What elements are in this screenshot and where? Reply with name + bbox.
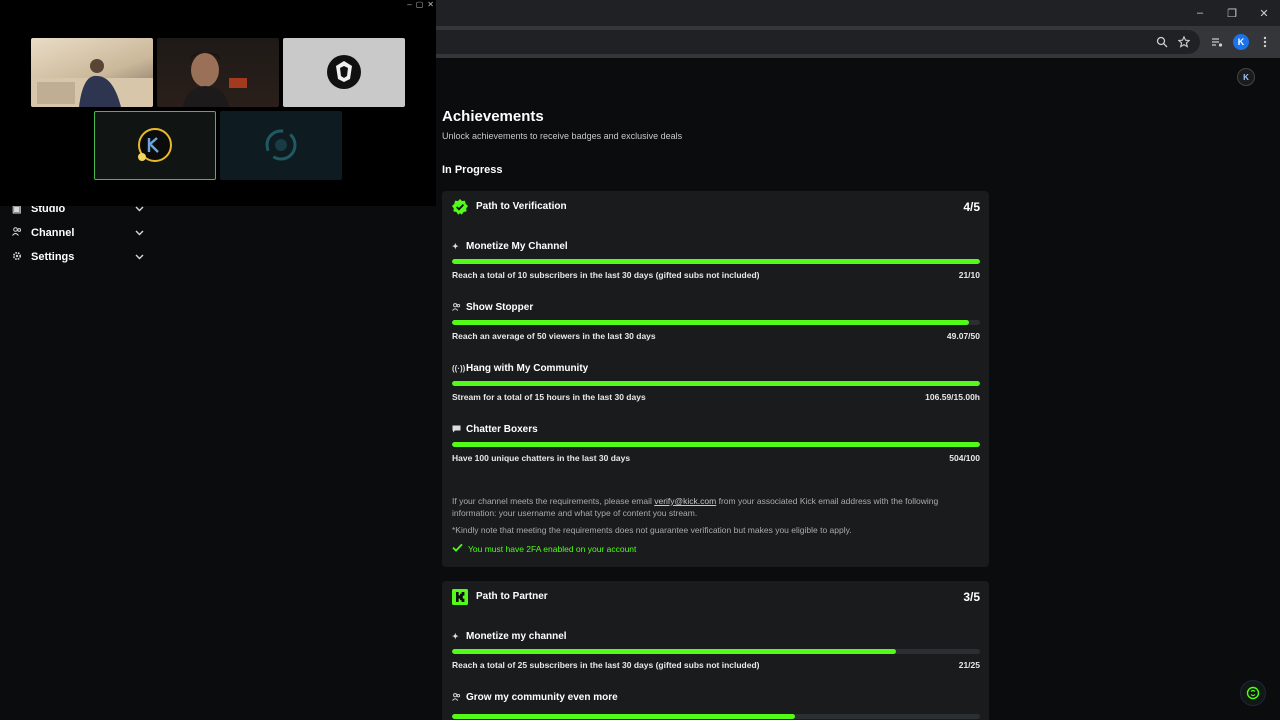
- media-control-icon[interactable]: [1208, 33, 1226, 51]
- participant-video-feed: [31, 59, 153, 107]
- card-title: Path to Verification: [476, 201, 567, 212]
- goal-progress-fill: [452, 442, 980, 447]
- participant-video-tile[interactable]: [31, 38, 153, 107]
- section-heading: In Progress: [442, 164, 503, 176]
- video-call-overlay[interactable]: – ▢ ✕: [0, 0, 436, 206]
- page-subtitle: Unlock achievements to receive badges an…: [442, 131, 683, 141]
- window-controls: – ❐ ✕: [1184, 0, 1280, 26]
- zoom-icon[interactable]: [1153, 33, 1171, 51]
- card-title: Path to Partner: [476, 591, 548, 602]
- broadcast-icon: ((·)): [452, 364, 466, 373]
- users-icon: [452, 692, 461, 703]
- kick-extension-icon[interactable]: K: [1237, 68, 1255, 86]
- checkmark-icon: [452, 543, 463, 554]
- card-progress-count: 4/5: [963, 200, 980, 214]
- users-icon: [12, 227, 26, 239]
- goal-item: ✦ Monetize My Channel Reach a total of 1…: [452, 241, 980, 286]
- sidebar-item-settings[interactable]: Settings: [12, 247, 144, 267]
- goal-description: Have 100 unique chatters in the last 30 …: [452, 453, 631, 463]
- restore-button[interactable]: ❐: [1216, 0, 1248, 26]
- goal-title: Chatter Boxers: [466, 424, 538, 435]
- goal-progress-bar: [452, 320, 980, 325]
- verification-instructions: If your channel meets the requirements, …: [452, 495, 982, 519]
- participant-video-tile[interactable]: [220, 111, 342, 180]
- sparkle-icon: ✦: [452, 242, 459, 251]
- goal-item: ((·)) Hang with My Community Stream for …: [452, 363, 980, 408]
- goal-title: Grow my community even more: [466, 692, 618, 703]
- participant-avatar-icon: [327, 55, 361, 89]
- goal-title: Show Stopper: [466, 302, 534, 313]
- goal-title: Monetize My Channel: [466, 241, 568, 252]
- pip-controls: – ▢ ✕: [407, 0, 434, 9]
- minimize-button[interactable]: –: [1184, 0, 1216, 26]
- verification-card: Path to Verification 4/5 ✦ Monetize My C…: [442, 191, 989, 567]
- profile-avatar[interactable]: K: [1233, 34, 1249, 50]
- users-icon: [452, 302, 461, 313]
- goal-description: Reach a total of 25 subscribers in the l…: [452, 660, 760, 670]
- requirement-item: You must have 2FA enabled on your accoun…: [452, 543, 636, 554]
- goal-description: Reach a total of 10 subscribers in the l…: [452, 270, 760, 280]
- goal-item: Chatter Boxers Have 100 unique chatters …: [452, 424, 980, 469]
- chevron-down-icon: [135, 228, 144, 239]
- goal-title: Monetize my channel: [466, 631, 567, 642]
- close-button[interactable]: ✕: [1248, 0, 1280, 26]
- bookmark-star-icon[interactable]: [1175, 33, 1193, 51]
- goal-progress-bar: [452, 649, 980, 654]
- goal-description: Reach an average of 50 viewers in the la…: [452, 331, 656, 341]
- participant-video-tile[interactable]: [157, 38, 279, 107]
- partner-card: Path to Partner 3/5 ✦ Monetize my channe…: [442, 581, 989, 720]
- goal-item: Show Stopper Reach an average of 50 view…: [452, 302, 980, 347]
- card-progress-count: 3/5: [963, 590, 980, 604]
- goal-progress-fill: [452, 649, 896, 654]
- pip-close-button[interactable]: ✕: [427, 0, 434, 9]
- page-title: Achievements: [442, 108, 544, 125]
- goal-progress-bar: [452, 259, 980, 264]
- goal-progress-bar: [452, 714, 980, 719]
- goal-value: 21/25: [958, 660, 980, 670]
- goal-progress-fill: [452, 714, 796, 719]
- chevron-down-icon: [135, 252, 144, 263]
- goal-value: 21/10: [958, 270, 980, 280]
- gear-icon: [12, 251, 26, 264]
- goal-value: 504/100: [949, 453, 980, 463]
- chat-icon: [452, 425, 461, 435]
- requirement-text: You must have 2FA enabled on your accoun…: [468, 543, 637, 554]
- kick-logo-icon: [452, 589, 468, 605]
- participant-avatar-icon: [265, 129, 297, 161]
- goal-description: Stream for a total of 15 hours in the la…: [452, 392, 646, 402]
- kick-logo-avatar-icon: [138, 128, 172, 162]
- verification-disclaimer: *Kindly note that meeting the requiremen…: [452, 525, 852, 535]
- goal-item: Grow my community even more: [452, 692, 980, 720]
- goal-value: 49.07/50: [946, 331, 980, 341]
- sidebar-item-channel[interactable]: Channel: [12, 223, 144, 243]
- pip-minimize-button[interactable]: –: [407, 0, 411, 9]
- participant-video-feed: [183, 52, 247, 107]
- goal-title: Hang with My Community: [466, 363, 589, 374]
- goal-item: ✦ Monetize my channel Reach a total of 2…: [452, 631, 980, 676]
- goal-value: 106.59/15.00h: [925, 392, 980, 402]
- goal-progress-fill: [452, 381, 980, 386]
- participant-video-tile-active[interactable]: [94, 111, 216, 180]
- goal-progress-bar: [452, 381, 980, 386]
- verified-badge-icon: [452, 199, 468, 215]
- participant-video-tile[interactable]: [283, 38, 405, 107]
- sparkle-icon: ✦: [452, 632, 459, 641]
- goal-progress-fill: [452, 320, 970, 325]
- goal-progress-fill: [452, 259, 980, 264]
- chat-support-icon[interactable]: [1240, 680, 1266, 706]
- verify-email-link[interactable]: verify@kick.com: [654, 496, 716, 506]
- instructions-text: If your channel meets the requirements, …: [452, 496, 655, 506]
- kebab-menu-icon[interactable]: [1256, 33, 1274, 51]
- pip-maximize-button[interactable]: ▢: [416, 0, 424, 9]
- goal-progress-bar: [452, 442, 980, 447]
